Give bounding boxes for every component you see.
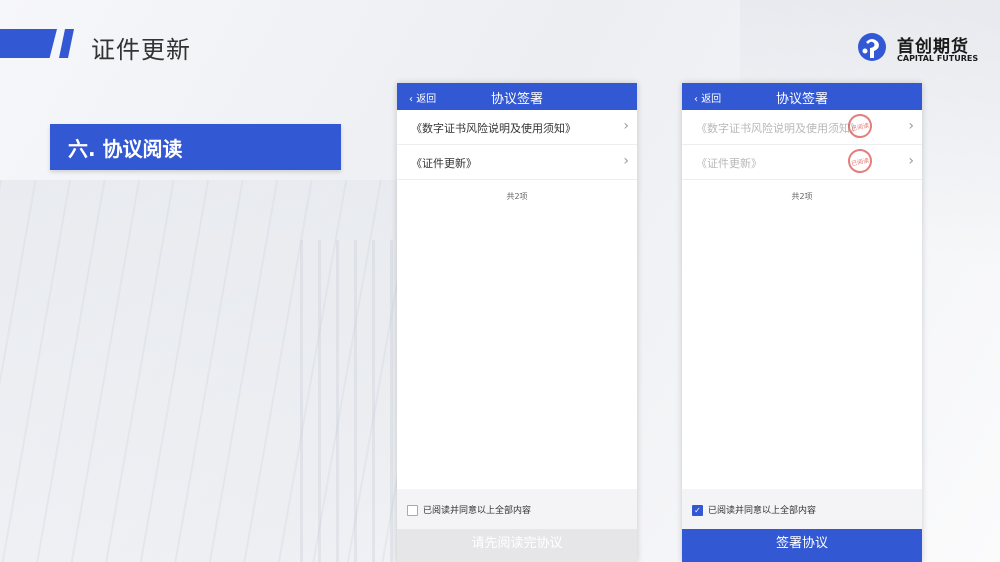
sign-agreement-button[interactable]: 签署协议 [682,529,922,562]
logo-text-en: CAPITAL FUTURES [897,54,979,63]
agreement-item-cert-update[interactable]: 《证件更新》 › [397,145,637,180]
agreement-item-label: 《数字证书风险说明及使用须知》 [411,122,576,135]
agree-checkbox[interactable] [407,505,418,516]
agree-label: 已阅读并同意以上全部内容 [708,506,817,516]
agreement-item-label: 《证件更新》 [411,157,477,170]
agreement-item-label: 《证件更新》 [696,157,762,170]
agree-checkbox[interactable]: ✓ [692,505,703,516]
nav-bar: ‹ 返回 协议签署 [682,83,922,110]
chevron-right-icon: › [623,153,629,169]
read-stamp-icon: 已阅读 [845,146,875,176]
nav-title: 协议签署 [490,92,543,107]
read-first-button[interactable]: 请先阅读完协议 [397,529,637,562]
phone-screen-read: ‹ 返回 协议签署 《数字证书风险说明及使用须知》 已阅读 › 《证件更新》 已… [682,83,922,562]
section-heading: 六. 协议阅读 [68,137,183,161]
company-logo: 首创期货 CAPITAL FUTURES [857,30,987,66]
chevron-right-icon: › [908,118,914,134]
nav-title: 协议签署 [775,92,828,107]
page-title: 证件更新 [91,36,191,64]
agreement-item-cert-update[interactable]: 《证件更新》 已阅读 › [682,145,922,180]
check-icon: ✓ [694,506,701,515]
section-heading-box: 六. 协议阅读 [50,124,341,170]
agreement-item-label: 《数字证书风险说明及使用须知》 [696,122,861,135]
agree-bar: 已阅读并同意以上全部内容 [397,489,637,529]
nav-bar: ‹ 返回 协议签署 [397,83,637,110]
agreement-item-risk[interactable]: 《数字证书风险说明及使用须知》 已阅读 › [682,110,922,145]
agree-label: 已阅读并同意以上全部内容 [423,506,532,516]
item-count: 共2项 [506,192,528,201]
chevron-right-icon: › [623,118,629,134]
agreement-item-risk[interactable]: 《数字证书风险说明及使用须知》 › [397,110,637,145]
title-accent-slash [59,29,74,58]
phone-screen-unread: ‹ 返回 协议签署 《数字证书风险说明及使用须知》 › 《证件更新》 › 共2项… [397,83,637,562]
logo-mark-icon [858,33,886,61]
chevron-right-icon: › [908,153,914,169]
title-accent-bar [0,29,57,58]
item-count: 共2项 [791,192,813,201]
agree-bar: ✓ 已阅读并同意以上全部内容 [682,489,922,529]
